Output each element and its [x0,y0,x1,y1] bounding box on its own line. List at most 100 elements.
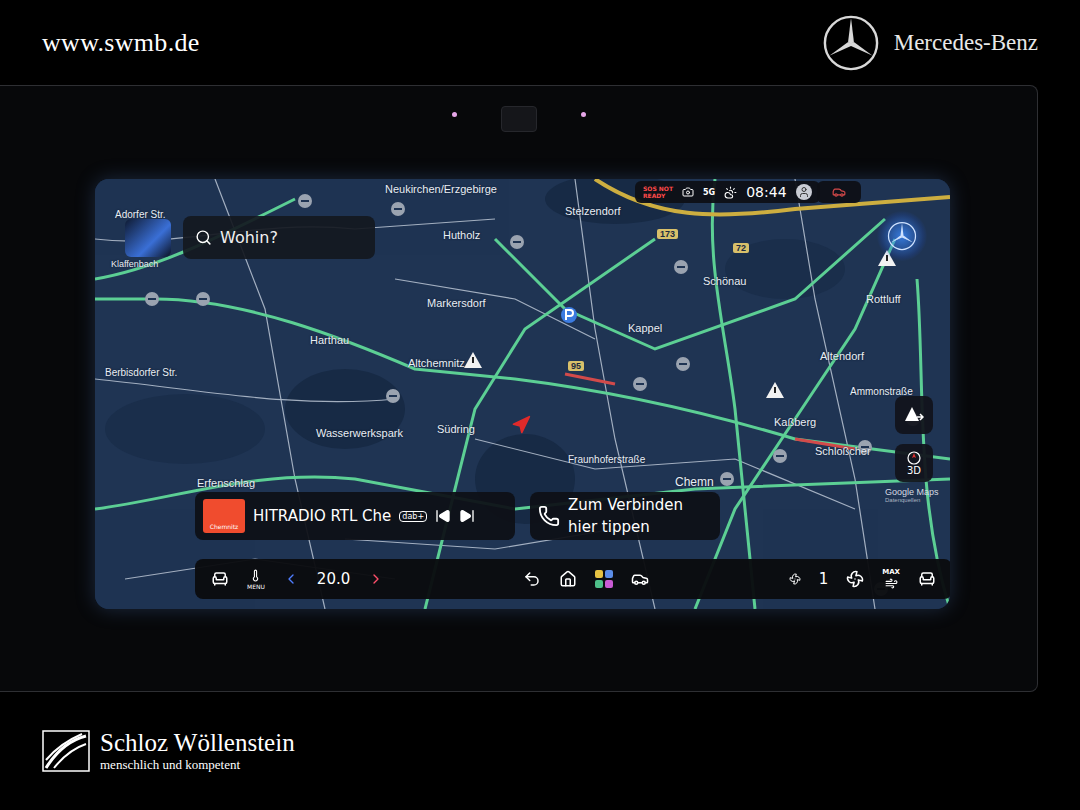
map-place-label: Stelzendorf [565,205,621,217]
closure-icon [633,377,647,391]
sos-status: SOS NOTREADY [643,185,673,199]
closure-icon [298,194,312,208]
view-mode-button[interactable]: 3D [895,444,933,482]
warning-icon [464,352,482,368]
closure-icon [674,260,688,274]
vehicle-status[interactable] [817,181,861,203]
led-dot [581,112,586,117]
alerts-button[interactable] [895,396,933,434]
closure-icon [720,472,734,486]
map-place-label: Schloßcher [815,445,871,457]
brand-name: Mercedes-Benz [894,30,1038,56]
map-place-label: Harthau [310,334,349,346]
position-marker [511,415,531,439]
fan-small-icon[interactable] [789,573,801,585]
thermometer-icon [249,569,262,582]
search-field[interactable]: Wohin? [183,216,375,259]
mercedes-logo-icon [822,14,880,72]
dealer-tagline: menschlich und kompetent [100,757,295,773]
map-place-label: Schönau [703,275,746,287]
dealer: Schloz Wöllensteinmenschlich und kompete… [100,729,295,773]
closure-icon [676,357,690,371]
parking-marker[interactable] [560,306,578,328]
map-place-label: Hutholz [443,229,480,241]
display-bezel: Adorfer Str.KlaffenbachNeukirchen/Erzgeb… [0,85,1038,692]
profile-avatar[interactable] [796,184,812,200]
map-place-label: Chemn [675,475,714,489]
road-shield: 72 [733,243,749,253]
warning-icon [766,382,784,398]
status-bar: SOS NOTREADY 5G 08:44 [635,181,820,203]
previous-icon[interactable] [435,508,451,524]
temp-down-icon[interactable] [283,571,299,587]
map-place-label: Altendorf [820,350,864,362]
closure-icon [391,202,405,216]
parking-icon [560,306,578,324]
network-status: 5G [703,188,715,197]
search-placeholder: Wohin? [220,228,278,247]
max-defrost-button[interactable]: MAX [882,568,900,590]
passenger-seat-icon[interactable] [918,570,936,588]
map-place-label: Altchemnitz [408,357,465,369]
station-name: HITRADIO RTL Che [253,507,391,525]
fan-icon[interactable] [846,570,864,588]
vehicle-icon[interactable] [631,570,649,588]
dealer-name: Schloz Wöllenstein [100,729,295,757]
climate-dock: MENU20.01MAX [195,559,950,599]
road-shield: 95 [568,361,584,371]
map-place-label: Südring [437,423,475,435]
map-place-label: Erfenschlag [197,477,255,489]
climate-menu-button[interactable]: MENU [247,569,265,590]
camera-row [0,86,1037,179]
view-mode-label: 3D [907,465,921,476]
closure-icon [196,292,210,306]
map-place-label: Kaßberg [774,416,816,428]
station-logo: Chemnitz [203,499,245,533]
dealer-logo-icon [42,730,90,772]
closure-icon [773,449,787,463]
assistant-star-icon [887,221,917,251]
phone-prompt: Zum Verbindenhier tippen [568,494,683,538]
next-icon[interactable] [459,508,475,524]
camera-icon [501,106,537,132]
map-place-label: Wasserwerkspark [316,427,403,439]
back-icon[interactable] [523,570,541,588]
media-card[interactable]: Chemnitz HITRADIO RTL Che dab+ [195,492,515,540]
car-position-icon [511,415,531,435]
user-icon [798,186,810,198]
infotainment-screen: Adorfer Str.KlaffenbachNeukirchen/Erzgeb… [95,179,950,609]
warning-icon [904,406,924,424]
closure-icon [386,389,400,403]
closure-icon [510,235,524,249]
closure-icon [145,292,159,306]
compass-icon [907,451,921,465]
clock: 08:44 [746,184,786,200]
apps-icon[interactable] [595,570,613,588]
phone-icon [538,505,560,527]
dab-badge: dab+ [399,511,427,522]
brand: Mercedes-Benz [822,14,1038,72]
phone-card[interactable]: Zum Verbindenhier tippen [530,492,720,540]
weather-icon [724,186,737,199]
header: www.swmb.de Mercedes-Benz [0,0,1080,85]
home-icon[interactable] [559,570,577,588]
defrost-icon [885,577,898,590]
car-icon [832,185,846,199]
seat-heating-icon[interactable] [211,570,229,588]
map-thumbnail[interactable] [125,219,171,257]
website-url[interactable]: www.swmb.de [42,28,200,58]
temp-up-icon[interactable] [368,571,384,587]
road-shield: 173 [657,229,678,239]
map-place-label: Rottluff [866,293,901,305]
map-place-label: Berbisdorfer Str. [105,367,177,378]
map-place-label: Klaffenbach [111,259,158,269]
camera-status-icon [682,186,694,198]
temperature: 20.0 [317,570,350,588]
map-place-label: Kappel [628,322,662,334]
search-icon [195,229,212,246]
assistant-button[interactable] [877,211,927,261]
led-dot [452,112,457,117]
map-place-label: Fraunhoferstraße [568,454,645,465]
page: www.swmb.de Mercedes-Benz Adorfer Str.Klaf… [0,0,1080,810]
footer: Schloz Wöllensteinmenschlich und kompete… [0,692,1080,810]
